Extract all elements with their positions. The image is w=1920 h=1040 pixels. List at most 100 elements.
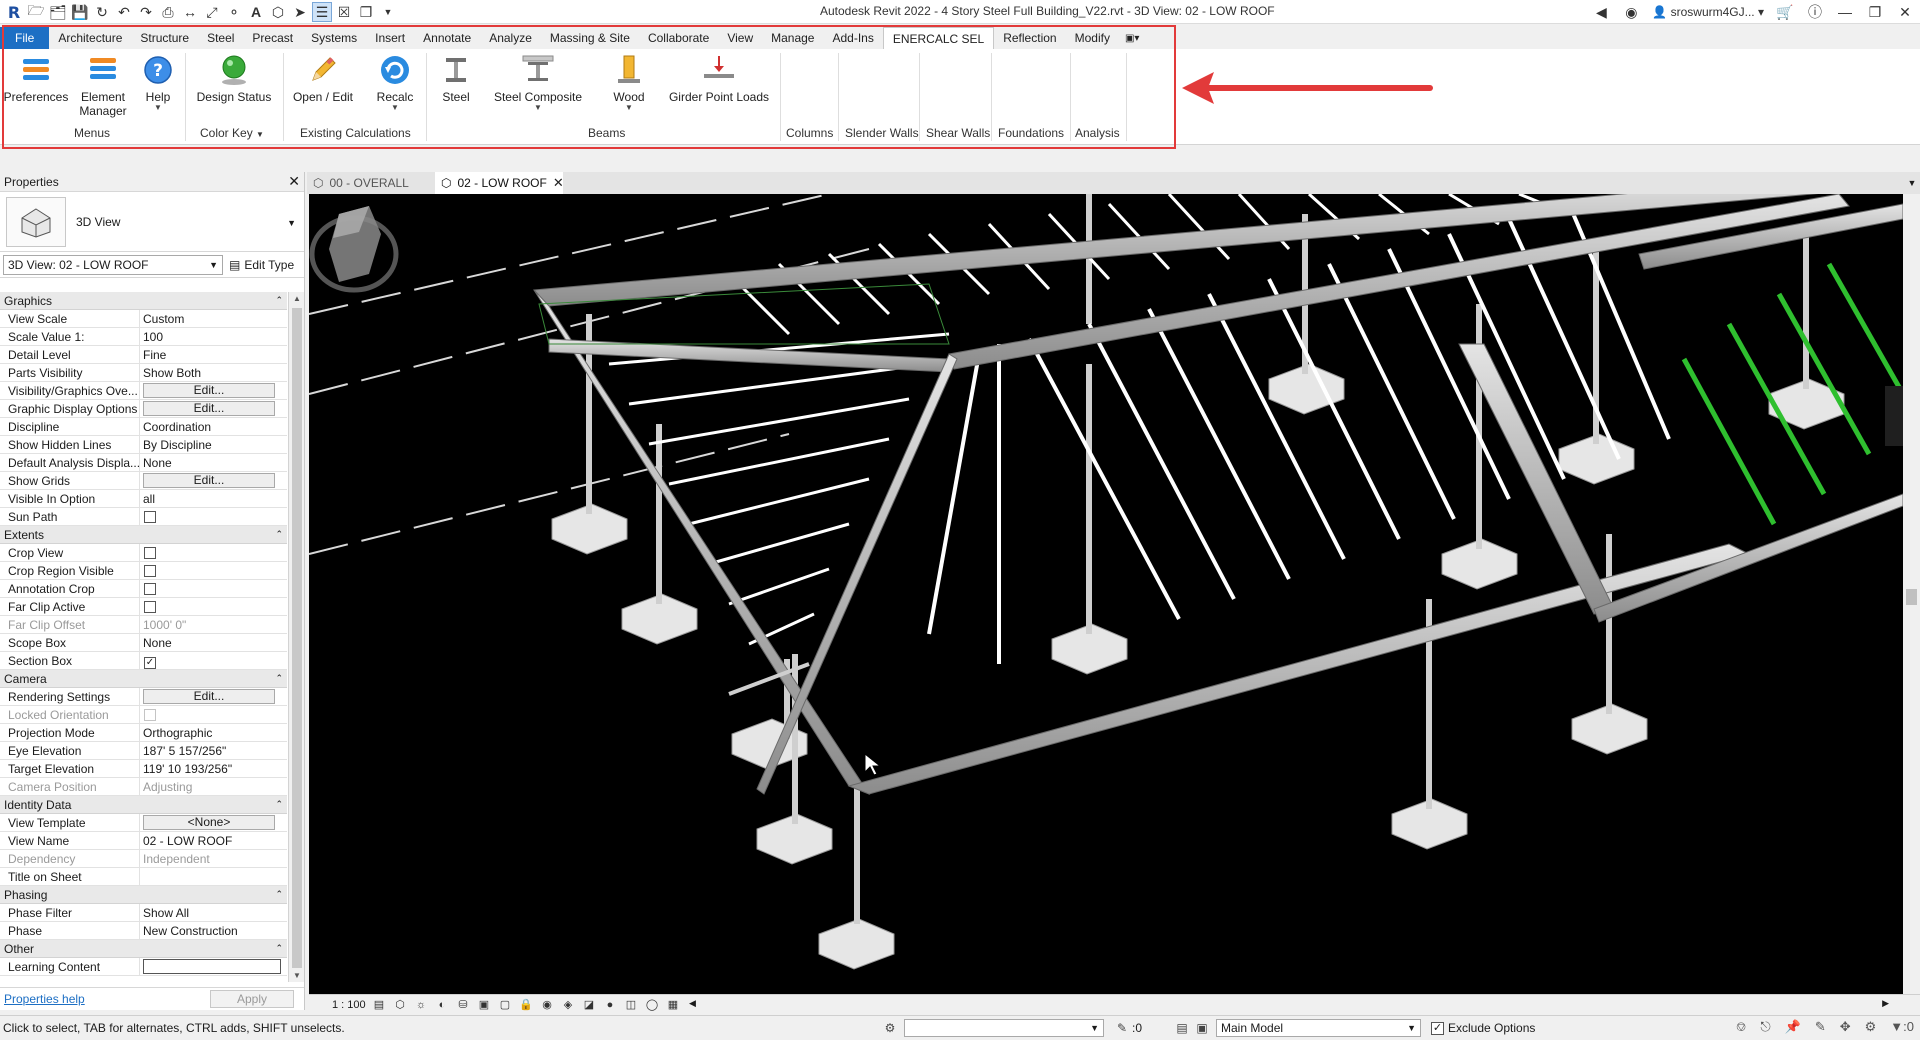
prop-row-parts-visibility[interactable]: Parts Visibility Show Both <box>0 364 287 382</box>
edit-button[interactable]: Edit... <box>143 689 275 704</box>
detail-level-icon[interactable]: ▤ <box>370 997 388 1013</box>
instance-filter-dropdown[interactable]: 3D View: 02 - LOW ROOF ▼ <box>3 254 223 275</box>
prop-row-discipline[interactable]: Discipline Coordination <box>0 418 287 436</box>
edit-type-button[interactable]: ▤ Edit Type <box>229 258 294 272</box>
text-icon[interactable]: A <box>246 2 266 22</box>
scroll-left-icon[interactable]: ◀ <box>689 998 696 1009</box>
recalc-button[interactable]: Recalc ▼ <box>370 53 420 112</box>
prop-row-target-elevation[interactable]: Target Elevation 119' 10 193/256" <box>0 760 287 778</box>
sections-icon[interactable]: ➤ <box>290 2 310 22</box>
tab-collaborate[interactable]: Collaborate <box>639 27 718 49</box>
properties-help-link[interactable]: Properties help <box>4 992 85 1006</box>
binoculars-icon[interactable]: ◉ <box>1622 4 1640 21</box>
tab-add-ins[interactable]: Add-Ins <box>823 27 882 49</box>
open-edit-button[interactable]: Open / Edit <box>288 53 358 104</box>
tab-annotate[interactable]: Annotate <box>414 27 480 49</box>
filter-icon[interactable]: ▼:0 <box>1890 1019 1914 1035</box>
exclude-options-checkbox[interactable]: ✓ Exclude Options <box>1431 1021 1535 1035</box>
redo-icon[interactable]: ↷ <box>136 2 156 22</box>
canvas-vertical-scrollbar[interactable] <box>1903 194 1920 994</box>
3d-view-canvas[interactable] <box>309 194 1903 994</box>
girder-point-loads-button[interactable]: Girder Point Loads <box>666 53 772 104</box>
prop-row-scale-value[interactable]: Scale Value 1: 100 <box>0 328 287 346</box>
worksharing-display-icon[interactable]: ▦ <box>664 997 682 1013</box>
checkbox[interactable] <box>144 547 156 559</box>
prop-row-phase-filter[interactable]: Phase Filter Show All <box>0 904 287 922</box>
panel-label-foundations[interactable]: Foundations <box>998 126 1064 140</box>
apply-button[interactable]: Apply <box>210 989 294 1008</box>
switch-windows-icon[interactable]: ❐ <box>356 2 376 22</box>
background-processes-icon[interactable]: ⚙ <box>1865 1019 1877 1035</box>
temporary-hide-icon[interactable]: ◉ <box>538 997 556 1013</box>
measure-icon[interactable]: ↔ <box>180 2 200 22</box>
collapse-arrow-icon[interactable]: ◀ <box>1592 4 1610 21</box>
select-underlay-icon[interactable]: ⎋ <box>1760 1019 1770 1035</box>
user-account[interactable]: 👤 sroswurm4GJ... ▾ <box>1652 5 1764 19</box>
prop-row-detail-level[interactable]: Detail Level Fine <box>0 346 287 364</box>
checkbox[interactable] <box>144 565 156 577</box>
canvas-horizontal-scrollbar[interactable]: ◀ ▶ <box>689 998 1889 1012</box>
workset-combo[interactable]: ▼ <box>904 1019 1104 1037</box>
view-tab-overall[interactable]: ⬡ 00 - OVERALL <box>307 172 435 194</box>
viewcube-icon[interactable] <box>309 194 399 304</box>
edit-button[interactable]: Edit... <box>143 383 275 398</box>
open-icon[interactable]: 🗁 <box>26 2 46 22</box>
visual-style-icon[interactable]: ⬡ <box>391 997 409 1013</box>
worksets-icon[interactable]: ⚙ <box>880 1019 900 1037</box>
show-crop-region-icon[interactable]: ▢ <box>496 997 514 1013</box>
type-selector[interactable]: 3D View ▼ <box>0 192 304 252</box>
learning-content-input[interactable] <box>143 959 281 974</box>
default-3d-view-icon[interactable]: ⬡ <box>268 2 288 22</box>
color-key-dropdown[interactable]: Color Key ▼ <box>200 126 264 140</box>
close-tab-icon[interactable]: ✕ <box>553 175 564 191</box>
tab-architecture[interactable]: Architecture <box>49 27 131 49</box>
undo-icon[interactable]: ↶ <box>114 2 134 22</box>
tab-list-dropdown-icon[interactable]: ▼ <box>1904 172 1920 194</box>
tab-precast[interactable]: Precast <box>243 27 302 49</box>
prop-row-title-on-sheet[interactable]: Title on Sheet <box>0 868 287 886</box>
tab-massing-site[interactable]: Massing & Site <box>541 27 639 49</box>
group-other[interactable]: Other ⌃ <box>0 940 287 958</box>
design-option-combo[interactable]: Main Model ▼ <box>1216 1019 1422 1037</box>
view-scale-button[interactable]: 1 : 100 <box>309 999 367 1011</box>
close-hidden-windows-icon[interactable]: ☒ <box>334 2 354 22</box>
tab-analyze[interactable]: Analyze <box>480 27 541 49</box>
lock-3d-view-icon[interactable]: 🔒 <box>517 997 535 1013</box>
application-icon[interactable]: R <box>4 2 24 22</box>
prop-row-default-analysis[interactable]: Default Analysis Displa... None <box>0 454 287 472</box>
checkbox[interactable] <box>144 601 156 613</box>
shadows-icon[interactable]: ◐ <box>433 997 451 1013</box>
tab-manage[interactable]: Manage <box>762 27 823 49</box>
prop-row-eye-elevation[interactable]: Eye Elevation 187' 5 157/256" <box>0 742 287 760</box>
customize-qat-icon[interactable]: ▼ <box>378 2 398 22</box>
checkbox[interactable] <box>144 583 156 595</box>
preferences-button[interactable]: Preferences <box>4 53 68 104</box>
drag-elements-icon[interactable]: ✥ <box>1840 1019 1851 1035</box>
save-icon[interactable]: 💾 <box>70 2 90 22</box>
steel-beam-button[interactable]: Steel <box>433 53 479 104</box>
tab-reflection[interactable]: Reflection <box>994 27 1065 49</box>
edit-button[interactable]: Edit... <box>143 401 275 416</box>
scroll-down-icon[interactable]: ▼ <box>289 971 305 980</box>
active-option-icon[interactable]: ▣ <box>1192 1019 1212 1037</box>
group-camera[interactable]: Camera ⌃ <box>0 670 287 688</box>
tab-file[interactable]: File <box>0 27 50 49</box>
panel-label-columns[interactable]: Columns <box>786 126 833 140</box>
print-icon[interactable]: ⎙ <box>158 2 178 22</box>
help-icon[interactable]: ⓘ <box>1806 2 1824 22</box>
analytical-model-icon[interactable]: ● <box>601 997 619 1013</box>
scroll-thumb[interactable] <box>1906 589 1917 605</box>
chevron-down-icon[interactable]: ▼ <box>287 218 296 228</box>
design-options-icon[interactable]: ▤ <box>1172 1019 1192 1037</box>
element-manager-button[interactable]: Element Manager <box>72 53 134 118</box>
crop-view-icon[interactable]: ▣ <box>475 997 493 1013</box>
group-graphics[interactable]: Graphics ⌃ <box>0 292 287 310</box>
prop-row-show-hidden-lines[interactable]: Show Hidden Lines By Discipline <box>0 436 287 454</box>
ribbon-minimize-button[interactable]: ▣▾ <box>1119 27 1145 49</box>
scroll-thumb[interactable] <box>292 308 302 968</box>
close-icon[interactable]: ✕ <box>288 173 300 190</box>
scroll-up-icon[interactable]: ▲ <box>289 294 305 303</box>
tag-icon[interactable]: ⚬ <box>224 2 244 22</box>
properties-scrollbar[interactable]: ▲ ▼ <box>288 292 304 982</box>
group-identity-data[interactable]: Identity Data ⌃ <box>0 796 287 814</box>
